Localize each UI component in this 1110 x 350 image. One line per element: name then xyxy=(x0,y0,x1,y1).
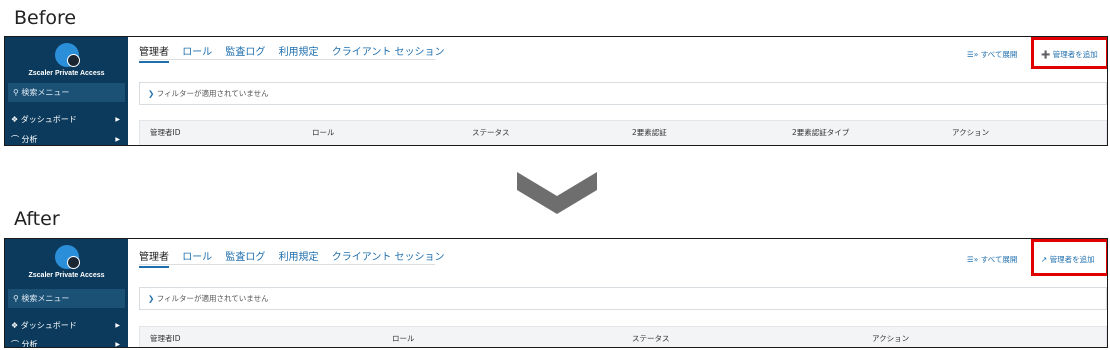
caret-right-icon: ▶ xyxy=(115,116,120,123)
tab-roles[interactable]: ロール xyxy=(182,43,212,58)
expand-all-label: すべて展開 xyxy=(980,255,1018,264)
sidebar-item-label: ダッシュボード xyxy=(20,321,77,330)
filter-bar[interactable]: ❯ フィルターが適用されていません xyxy=(139,82,1107,105)
expand-all-button[interactable]: ☰» すべて展開 xyxy=(967,49,1017,60)
sidebar-item-label: 分析 xyxy=(21,135,38,144)
search-icon: ⚲ xyxy=(13,88,19,97)
tab-administrators[interactable]: 管理者 xyxy=(139,248,169,268)
caret-right-icon: ▶ xyxy=(115,322,120,329)
dashboard-icon: ❖ xyxy=(11,115,19,124)
tab-client-sessions[interactable]: クライアント セッション xyxy=(332,248,445,263)
search-placeholder: 検索メニュー xyxy=(21,88,70,97)
sidebar-item-label: 分析 xyxy=(21,340,38,348)
tab-client-sessions[interactable]: クライアント セッション xyxy=(332,43,445,58)
highlight-box xyxy=(1031,239,1107,276)
table-header: 管理者ID ロール ステータス 2要素認証 2要素認証タイプ アクション xyxy=(139,120,1107,145)
chart-icon: ⌒ xyxy=(11,340,19,348)
column-header: ステータス xyxy=(472,128,510,137)
tab-bar: 管理者 ロール 監査ログ 利用規定 クライアント セッション xyxy=(139,43,455,63)
sidebar-item-label: ダッシュボード xyxy=(20,115,77,124)
check-badge-icon xyxy=(67,256,80,269)
after-caption: After xyxy=(14,208,60,230)
brand-name: Zscaler Private Access xyxy=(28,70,105,77)
after-screenshot: Zscaler Private Access ⚲ 検索メニュー ❖ ダッシュボー… xyxy=(4,238,1108,348)
column-header: ステータス xyxy=(632,334,670,343)
column-header: アクション xyxy=(952,128,990,137)
chevron-down-icon xyxy=(517,172,597,214)
column-header: 2要素認証 xyxy=(632,128,667,137)
column-header: アクション xyxy=(872,334,910,343)
column-header: ロール xyxy=(312,128,335,137)
column-header: 2要素認証タイプ xyxy=(792,128,850,137)
highlight-box xyxy=(1031,37,1107,69)
sidebar: Zscaler Private Access ⚲ 検索メニュー ❖ ダッシュボー… xyxy=(5,37,128,145)
column-header: 管理者ID xyxy=(150,128,181,137)
tab-audit-log[interactable]: 監査ログ xyxy=(225,248,265,263)
tab-administrators[interactable]: 管理者 xyxy=(139,43,169,63)
sidebar: Zscaler Private Access ⚲ 検索メニュー ❖ ダッシュボー… xyxy=(5,239,128,347)
expand-all-label: すべて展開 xyxy=(980,50,1018,59)
before-caption: Before xyxy=(14,7,77,29)
sidebar-item-dashboard[interactable]: ❖ ダッシュボード ▶ xyxy=(5,113,128,126)
column-header: ロール xyxy=(392,334,415,343)
tab-divider xyxy=(139,59,435,60)
caret-right-icon: ▶ xyxy=(115,136,120,143)
tab-roles[interactable]: ロール xyxy=(182,248,212,263)
caret-right-icon: ▶ xyxy=(115,341,120,348)
chevron-right-icon: ❯ xyxy=(148,89,155,98)
chevron-right-icon: ❯ xyxy=(148,294,155,303)
dashboard-icon: ❖ xyxy=(11,321,19,330)
tab-divider xyxy=(139,264,435,265)
tab-terms[interactable]: 利用規定 xyxy=(279,43,319,58)
search-menu-input[interactable]: ⚲ 検索メニュー xyxy=(8,289,125,308)
search-placeholder: 検索メニュー xyxy=(21,294,70,303)
chart-icon: ⌒ xyxy=(11,135,19,144)
tab-bar: 管理者 ロール 監査ログ 利用規定 クライアント セッション xyxy=(139,248,455,268)
column-header: 管理者ID xyxy=(150,334,181,343)
tab-terms[interactable]: 利用規定 xyxy=(279,248,319,263)
sidebar-item-dashboard[interactable]: ❖ ダッシュボード ▶ xyxy=(5,319,128,332)
filter-status: フィルターが適用されていません xyxy=(156,294,269,303)
expand-icon: ☰» xyxy=(967,50,979,59)
sidebar-item-analytics[interactable]: ⌒ 分析 ▶ xyxy=(5,338,128,348)
expand-icon: ☰» xyxy=(967,255,979,264)
tab-audit-log[interactable]: 監査ログ xyxy=(225,43,265,58)
filter-bar[interactable]: ❯ フィルターが適用されていません xyxy=(139,287,1107,310)
table-header: 管理者ID ロール ステータス アクション xyxy=(139,326,1107,347)
sidebar-item-analytics[interactable]: ⌒ 分析 ▶ xyxy=(5,133,128,145)
search-menu-input[interactable]: ⚲ 検索メニュー xyxy=(8,83,125,102)
search-icon: ⚲ xyxy=(13,294,19,303)
before-screenshot: Zscaler Private Access ⚲ 検索メニュー ❖ ダッシュボー… xyxy=(4,36,1108,146)
filter-status: フィルターが適用されていません xyxy=(156,89,269,98)
check-badge-icon xyxy=(67,54,80,67)
brand-name: Zscaler Private Access xyxy=(28,272,105,279)
expand-all-button[interactable]: ☰» すべて展開 xyxy=(967,254,1017,265)
